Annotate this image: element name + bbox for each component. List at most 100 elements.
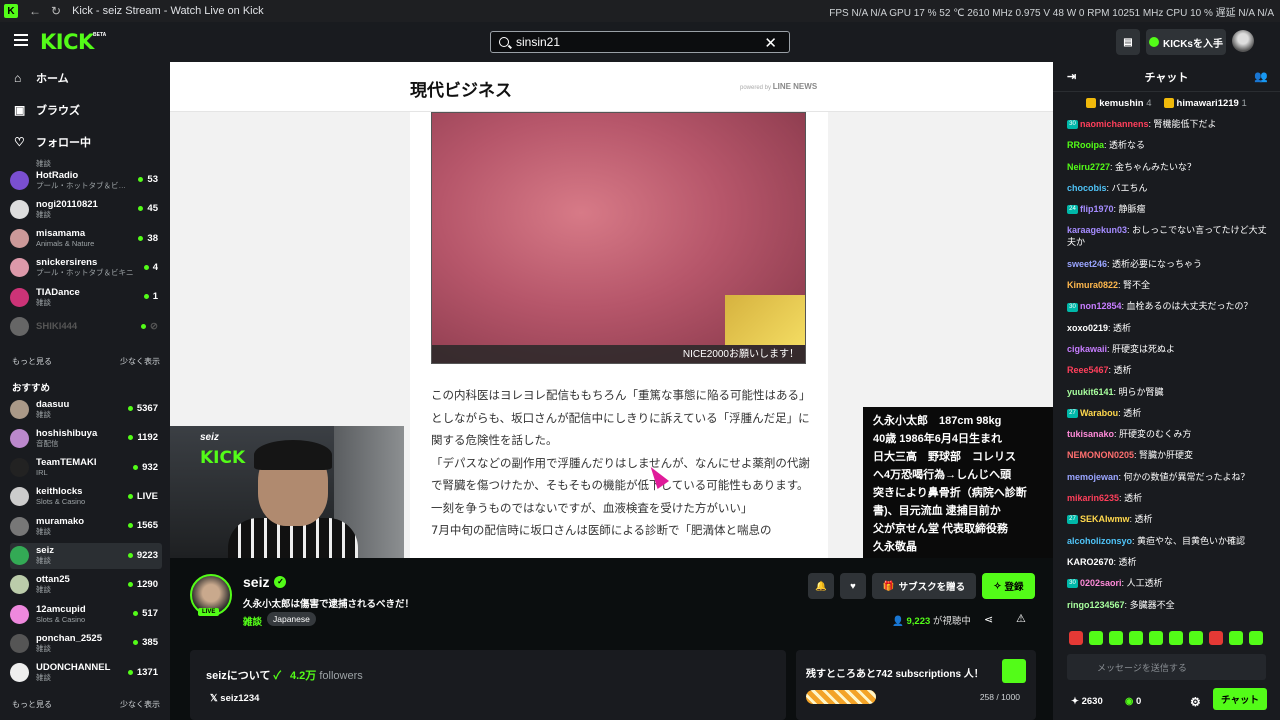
nav-following[interactable]: ♡ フォロー中 <box>14 134 91 150</box>
chat-username[interactable]: Kimura0822 <box>1067 280 1118 290</box>
emote-icon[interactable] <box>1169 631 1183 645</box>
chat-username[interactable]: Reee5467 <box>1067 365 1109 375</box>
chat-username[interactable]: naomichannens <box>1080 119 1149 129</box>
gifter[interactable]: kemushin 4 <box>1086 98 1152 109</box>
chat-username[interactable]: ringo1234567 <box>1067 600 1125 610</box>
chat-username[interactable]: memojewan <box>1067 472 1119 482</box>
chat-username[interactable]: flip1970 <box>1080 204 1114 214</box>
user-avatar[interactable] <box>1232 30 1254 52</box>
emote-icon[interactable] <box>1109 631 1123 645</box>
emote-icon[interactable] <box>1189 631 1203 645</box>
notification-bell-icon[interactable]: 🔔 <box>808 573 834 599</box>
channel-viewers: 1371 <box>128 667 158 678</box>
search-input[interactable]: sinsin21 ✕ <box>490 31 790 53</box>
recommended-more-row: もっと見る 少なく表示 <box>12 699 160 710</box>
emote-icon[interactable] <box>1129 631 1143 645</box>
sparkle-icon: ✧ <box>993 580 1002 592</box>
chat-username[interactable]: non12854 <box>1080 301 1122 311</box>
menu-icon[interactable] <box>14 34 28 48</box>
chat-username[interactable]: xoxo0219 <box>1067 323 1108 333</box>
settings-gear-icon[interactable]: ⚙ <box>1190 695 1201 709</box>
sidebar-channel[interactable]: snickersirens プール・ホットタブ＆ビキニ 4 <box>10 255 162 281</box>
show-more-link[interactable]: もっと見る <box>12 356 52 367</box>
sidebar-channel[interactable]: nogi20110821 雑談 45 <box>10 196 162 222</box>
emote-icon[interactable] <box>1229 631 1243 645</box>
emote-icon[interactable] <box>1149 631 1163 645</box>
nav-home-label: ホーム <box>36 73 69 85</box>
channel-points[interactable]: ✦ 2630 <box>1071 696 1103 707</box>
sidebar-channel[interactable]: misamama Animals & Nature 38 <box>10 226 162 252</box>
kicks-balance[interactable]: ◉ 0 <box>1125 696 1141 707</box>
viewer-count: 👤 9,223 が視聴中 <box>892 613 971 627</box>
chat-username[interactable]: mikarin6235 <box>1067 493 1119 503</box>
chat-message: alcoholizonsyo: 黄疸やな、目黄色いか確認 <box>1067 535 1274 547</box>
chat-username[interactable]: alcoholizonsyo <box>1067 536 1132 546</box>
chat-username[interactable]: karaagekun03 <box>1067 225 1127 235</box>
sidebar-channel[interactable]: 12amcupid Slots & Casino 517 <box>10 601 162 627</box>
sidebar-channel[interactable]: daasuu 雑談 5367 <box>10 396 162 422</box>
chat-text: 腎機能低下だよ <box>1153 119 1217 129</box>
chat-input[interactable]: メッセージを送信する <box>1067 654 1266 680</box>
show-less-link[interactable]: 少なく表示 <box>120 699 160 710</box>
chat-username[interactable]: sweet246 <box>1067 259 1107 269</box>
emote-icon[interactable] <box>1249 631 1263 645</box>
nav-home[interactable]: ⌂ ホーム <box>14 70 69 86</box>
sidebar-channel[interactable]: HotRadio プール・ホットタブ＆ビ… 53 <box>10 167 162 193</box>
sidebar-channel[interactable]: TeamTEMAKI IRL 932 <box>10 455 162 481</box>
chat-username[interactable]: cigkawaii <box>1067 344 1107 354</box>
stream-category[interactable]: 雑談 <box>243 614 262 628</box>
show-less-link[interactable]: 少なく表示 <box>120 356 160 367</box>
emote-icon[interactable] <box>1209 631 1223 645</box>
sidebar-channel[interactable]: muramako 雑談 1565 <box>10 513 162 539</box>
reload-icon[interactable]: ↻ <box>51 4 61 18</box>
gifter[interactable]: himawari1219 1 <box>1163 98 1247 109</box>
chat-username[interactable]: NEMONON0205 <box>1067 450 1134 460</box>
video-player[interactable]: 現代ビジネス powered by LINE NEWS NICE2000お願いし… <box>170 62 1053 558</box>
goal-gift-button[interactable] <box>1002 659 1026 683</box>
channel-viewers: 932 <box>133 462 158 473</box>
sidebar-channel[interactable]: hoshishibuya 音配信 1192 <box>10 425 162 451</box>
chat-username[interactable]: Warabou <box>1080 408 1118 418</box>
chat-username[interactable]: RRooipa <box>1067 140 1104 150</box>
sidebar-channel[interactable]: keithlocks Slots & Casino LIVE <box>10 484 162 510</box>
users-icon[interactable]: 👥 <box>1254 70 1268 83</box>
stream-tag[interactable]: Japanese <box>267 612 316 626</box>
sidebar-channel[interactable]: ponchan_2525 雑談 385 <box>10 630 162 656</box>
sidebar-channel[interactable]: TIADance 雑談 1 <box>10 284 162 310</box>
sidebar-channel[interactable]: seiz 雑談 9223 <box>10 542 162 569</box>
chat-username[interactable]: SEKAIwmw <box>1080 514 1130 524</box>
chat-username[interactable]: yuukit6141 <box>1067 387 1114 397</box>
chat-username[interactable]: KARO2670 <box>1067 557 1114 567</box>
share-icon[interactable]: ⋖ <box>984 613 993 626</box>
channel-avatar <box>10 663 29 683</box>
back-icon[interactable]: ← <box>29 4 41 18</box>
emote-icon[interactable] <box>1089 631 1103 645</box>
get-kicks-button[interactable]: KICKsを入手 <box>1146 29 1226 55</box>
sidebar-channel[interactable]: SHIKI444 ⊘ <box>10 314 162 340</box>
kick-logo[interactable]: KICK <box>40 30 94 54</box>
sidebar-channel[interactable]: ottan25 雑談 1290 <box>10 572 162 598</box>
chat-username[interactable]: tukisanako <box>1067 429 1114 439</box>
send-chat-button[interactable]: チャット <box>1213 688 1267 710</box>
subscribe-button[interactable]: ✧ 登録 <box>982 573 1035 599</box>
nav-browse[interactable]: ▣ ブラウズ <box>14 102 80 118</box>
clear-search-icon[interactable]: ✕ <box>764 34 777 52</box>
chat-username[interactable]: 0202saori <box>1080 578 1122 588</box>
gift-subscription-button[interactable]: 🎁 サブスクを贈る <box>872 573 976 599</box>
show-more-link[interactable]: もっと見る <box>12 699 52 710</box>
overlay-line: 久永敬晶 <box>873 541 917 553</box>
emote-icon[interactable] <box>1069 631 1083 645</box>
chat-text: 明らか腎臓 <box>1118 386 1164 397</box>
streamer-name[interactable]: seiz <box>243 574 269 590</box>
sidebar-channel[interactable]: UDONCHANNEL 雑談 1371 <box>10 660 162 686</box>
chat-username[interactable]: Neiru2727 <box>1067 162 1110 172</box>
library-icon[interactable]: ▤ <box>1116 29 1140 55</box>
collapse-chat-icon[interactable]: ⇥ <box>1067 70 1076 83</box>
report-icon[interactable]: ⚠ <box>1016 612 1026 625</box>
follow-heart-icon[interactable]: ♥ <box>840 573 866 599</box>
live-badge: LIVE <box>198 608 220 616</box>
chat-username[interactable]: chocobis <box>1067 183 1107 193</box>
channel-category: 雑談 <box>36 526 51 536</box>
x-link[interactable]: 𝕏 seiz1234 <box>210 693 259 704</box>
chat-message: Reee5467: 透析 <box>1067 364 1274 376</box>
